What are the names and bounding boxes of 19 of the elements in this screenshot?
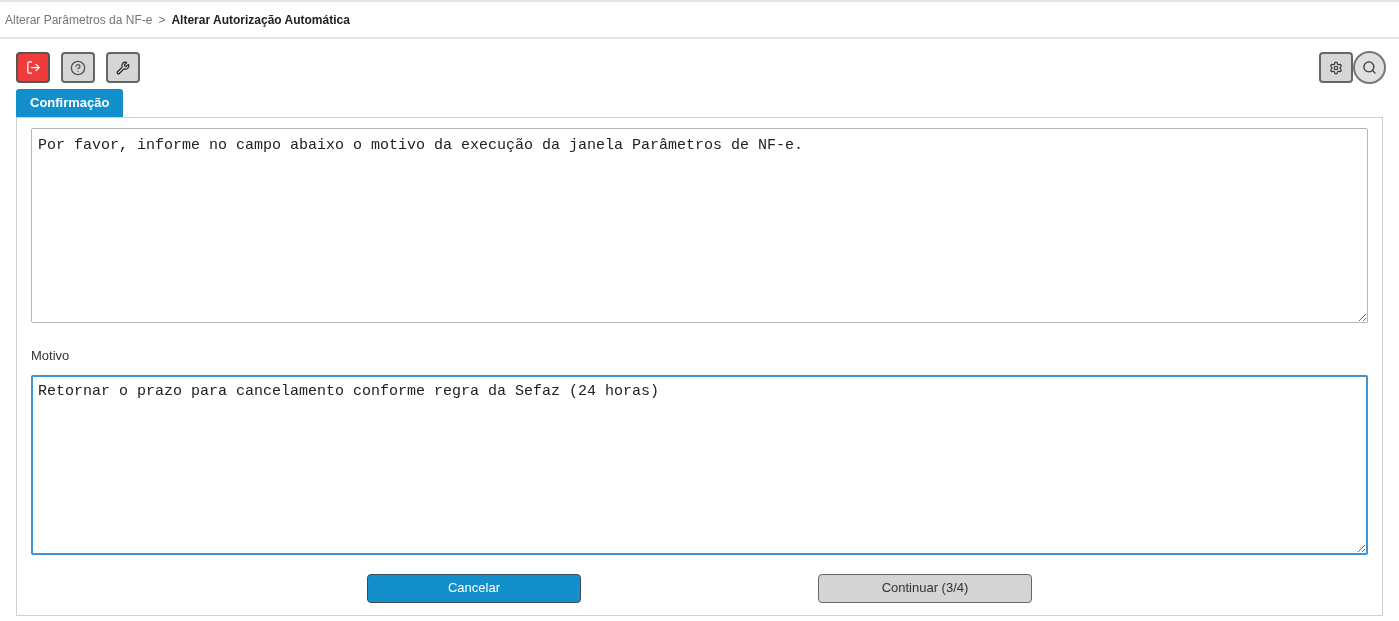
exit-button[interactable] [16, 52, 50, 83]
breadcrumb-separator: > [158, 11, 166, 29]
cancel-button[interactable]: Cancelar [367, 573, 581, 603]
settings-icon [1329, 60, 1343, 75]
breadcrumb-current: Alterar Autorização Automática [171, 11, 350, 29]
search-icon [1362, 60, 1377, 75]
reason-input-field[interactable]: Retornar o prazo para cancelamento conforme regra da Sefaz (24 horas) [31, 374, 1368, 555]
continue-button[interactable]: Continuar (3/4) [818, 573, 1032, 603]
breadcrumb-link[interactable]: Alterar Parâmetros da NF-e [5, 10, 153, 29]
settings-button[interactable] [1319, 52, 1353, 83]
exit-icon [25, 60, 41, 75]
help-icon [70, 59, 86, 76]
wrench-icon [116, 60, 130, 75]
message-text-area[interactable]: Por favor, informe no campo abaixo o motivo da execução da janela Parâmetros de NF-e. [31, 128, 1368, 323]
search-button[interactable] [1353, 51, 1386, 84]
tab[interactable]: Confirmação [16, 89, 124, 117]
field-label: Motivo [31, 347, 71, 365]
help-button[interactable] [61, 52, 95, 83]
tools-button[interactable] [106, 52, 140, 83]
